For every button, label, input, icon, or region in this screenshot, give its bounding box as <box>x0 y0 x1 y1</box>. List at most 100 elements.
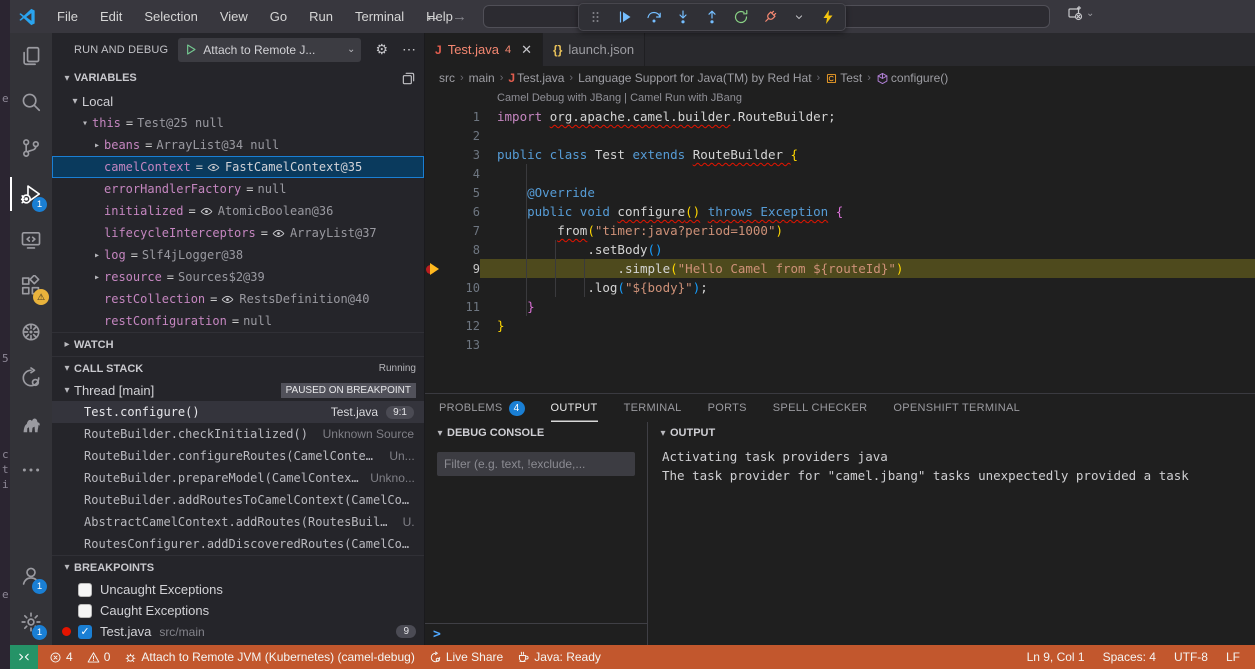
variable-row[interactable]: ▸log=Slf4jLogger@38 <box>52 244 424 266</box>
activity-accounts[interactable]: 1 <box>10 553 52 599</box>
breadcrumb-item[interactable]: main <box>469 71 495 85</box>
restart-icon[interactable] <box>731 7 751 27</box>
stack-frame[interactable]: Test.configure()Test.java9:1 <box>52 401 424 423</box>
activity-source-control[interactable] <box>10 125 52 171</box>
panel-tab-terminal[interactable]: TERMINAL <box>624 394 682 422</box>
chevron-right-icon[interactable]: ▸ <box>90 272 104 283</box>
step-out-icon[interactable] <box>702 7 722 27</box>
activity-explorer[interactable] <box>10 33 52 79</box>
output-log[interactable]: Activating task providers javaThe task p… <box>648 444 1255 485</box>
callstack-section-header[interactable]: ▾CALL STACKRunning <box>52 356 424 380</box>
panel-tab-ports[interactable]: PORTS <box>708 394 747 422</box>
step-into-icon[interactable] <box>673 7 693 27</box>
gutter[interactable] <box>425 335 447 354</box>
breadcrumb[interactable]: src›main›JTest.java›Language Support for… <box>425 66 1255 90</box>
status-warnings[interactable]: 0 <box>80 650 118 664</box>
activity-extensions[interactable]: ⚠ <box>10 263 52 309</box>
variable-row[interactable]: errorHandlerFactory=null <box>52 178 424 200</box>
status-cursor-position[interactable]: Ln 9, Col 1 <box>1020 650 1092 664</box>
code-line-12[interactable]: 12} <box>425 316 1255 335</box>
gutter[interactable] <box>425 297 447 316</box>
debug-config-dropdown[interactable]: Attach to Remote J... ⌄ <box>178 38 361 62</box>
remote-indicator[interactable] <box>10 645 38 669</box>
thread-row[interactable]: ▾Thread [main]PAUSED ON BREAKPOINT <box>52 380 424 401</box>
panel-tab-problems[interactable]: PROBLEMS4 <box>439 394 525 422</box>
breakpoint-row[interactable]: ✓Test.javasrc/main9 <box>52 621 424 642</box>
step-over-icon[interactable] <box>644 7 664 27</box>
code-line-7[interactable]: 7 from("timer:java?period=1000") <box>425 221 1255 240</box>
stack-frame[interactable]: RoutesConfigurer.addDiscoveredRoutes(Cam… <box>52 533 424 555</box>
breakpoint-checkbox[interactable]: ✓ <box>78 625 92 639</box>
activity-remote-explorer[interactable] <box>10 217 52 263</box>
code-line-2[interactable]: 2 <box>425 126 1255 145</box>
status-java-status[interactable]: Java: Ready <box>510 650 608 664</box>
breakpoint-checkbox[interactable] <box>78 604 92 618</box>
close-icon[interactable]: ✕ <box>521 42 532 58</box>
code-line-11[interactable]: 11 } <box>425 297 1255 316</box>
menu-go[interactable]: Go <box>261 6 296 27</box>
watch-section-header[interactable]: ▸WATCH <box>52 332 424 356</box>
breakpoint-checkbox[interactable] <box>78 583 92 597</box>
stack-frame[interactable]: RouteBuilder.addRoutesToCamelContext(Cam… <box>52 489 424 511</box>
breadcrumb-item[interactable]: JTest.java <box>508 71 564 85</box>
chevron-down-icon[interactable]: ▾ <box>68 96 82 107</box>
variable-row[interactable]: camelContext=FastCamelContext@35 <box>52 156 424 178</box>
lazy-eval-eye-icon[interactable] <box>272 227 285 240</box>
variable-row[interactable]: ▸beans=ArrayList@34 null <box>52 134 424 156</box>
stack-frame[interactable]: RouteBuilder.configureRoutes(CamelContex… <box>52 445 424 467</box>
variable-row[interactable]: ▾this=Test@25 null <box>52 112 424 134</box>
activity-run-and-debug[interactable]: 1 <box>10 171 52 217</box>
gutter[interactable] <box>425 107 447 126</box>
disconnect-icon[interactable] <box>760 7 780 27</box>
menu-file[interactable]: File <box>48 6 87 27</box>
breakpoint-arrow-icon[interactable] <box>426 263 446 275</box>
breakpoint-row[interactable]: Uncaught Exceptions <box>52 579 424 600</box>
gutter[interactable] <box>425 316 447 335</box>
activity-search[interactable] <box>10 79 52 125</box>
gutter[interactable] <box>425 278 447 297</box>
debug-settings-gear-icon[interactable]: ⚙ <box>375 41 388 58</box>
variable-row[interactable]: initialized=AtomicBoolean@36 <box>52 200 424 222</box>
code-line-13[interactable]: 13 <box>425 335 1255 354</box>
breadcrumb-item[interactable]: Language Support for Java(TM) by Red Hat <box>578 71 811 85</box>
gutter[interactable] <box>425 202 447 221</box>
back-button[interactable]: ← <box>425 8 440 25</box>
breadcrumb-item[interactable]: configure() <box>876 71 948 85</box>
variable-row[interactable]: restCollection=RestsDefinition@40 <box>52 288 424 310</box>
forward-button[interactable]: → <box>452 8 467 25</box>
status-live-share[interactable]: Live Share <box>422 650 510 664</box>
lazy-eval-eye-icon[interactable] <box>221 293 234 306</box>
lazy-eval-eye-icon[interactable] <box>200 205 213 218</box>
activity-kubernetes[interactable] <box>10 309 52 355</box>
breakpoints-section-header[interactable]: ▾BREAKPOINTS <box>52 555 424 579</box>
activity-settings[interactable]: 1 <box>10 599 52 645</box>
activity-live-share[interactable] <box>10 355 52 401</box>
status-errors[interactable]: 4 <box>42 650 80 664</box>
code-line-8[interactable]: 8 .setBody() <box>425 240 1255 259</box>
code-line-9[interactable]: 9 .simple("Hello Camel from ${routeId}") <box>425 259 1255 278</box>
chevron-right-icon[interactable]: ▸ <box>90 250 104 261</box>
code-line-3[interactable]: 3public class Test extends RouteBuilder … <box>425 145 1255 164</box>
activity-camel[interactable] <box>10 401 52 447</box>
code-line-10[interactable]: 10 .log("${body}"); <box>425 278 1255 297</box>
status-debug-session[interactable]: Attach to Remote JVM (Kubernetes) (camel… <box>117 650 421 664</box>
chevron-down-icon[interactable] <box>789 7 809 27</box>
tab-launch-json[interactable]: {}launch.json <box>543 33 645 66</box>
collapse-all-icon[interactable] <box>401 71 416 86</box>
code-line-4[interactable]: 4 <box>425 164 1255 183</box>
breadcrumb-item[interactable]: src <box>439 71 455 85</box>
variable-row[interactable]: lifecycleInterceptors=ArrayList@37 <box>52 222 424 244</box>
status-eol[interactable]: LF <box>1219 650 1247 664</box>
continue-icon[interactable] <box>615 7 635 27</box>
code-line-6[interactable]: 6 public void configure() throws Excepti… <box>425 202 1255 221</box>
gutter[interactable] <box>425 164 447 183</box>
gutter[interactable] <box>425 183 447 202</box>
menu-selection[interactable]: Selection <box>135 6 206 27</box>
panel-tab-openshift-terminal[interactable]: OPENSHIFT TERMINAL <box>893 394 1020 422</box>
code-line-5[interactable]: 5 @Override <box>425 183 1255 202</box>
stack-frame[interactable]: AbstractCamelContext.addRoutes(RoutesBui… <box>52 511 424 533</box>
code-line-1[interactable]: 1import org.apache.camel.builder.RouteBu… <box>425 107 1255 126</box>
hot-code-replace-icon[interactable] <box>818 7 838 27</box>
debug-console-filter-input[interactable] <box>437 452 635 476</box>
chevron-right-icon[interactable]: ▸ <box>90 140 104 151</box>
